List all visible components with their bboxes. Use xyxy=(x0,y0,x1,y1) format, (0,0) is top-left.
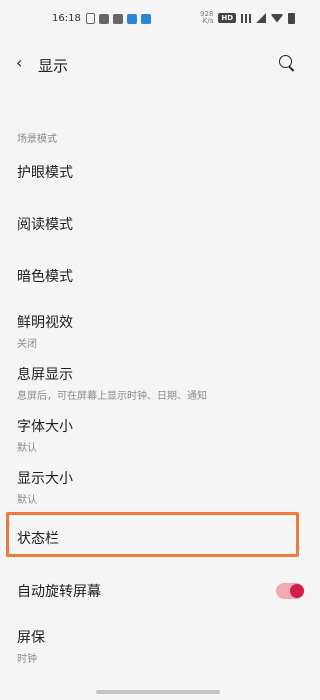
search-icon[interactable] xyxy=(279,55,292,68)
item-label: 显示大小 xyxy=(17,471,73,487)
item-subtitle: 默认 xyxy=(17,495,37,506)
item-label: 阅读模式 xyxy=(17,217,73,233)
eye-comfort-item[interactable]: 护眼模式 xyxy=(17,162,73,182)
item-label: 字体大小 xyxy=(17,419,73,435)
mail-icon xyxy=(113,13,123,24)
signal-icon xyxy=(256,13,267,23)
section-label: 场景模式 xyxy=(17,134,57,145)
status-bar: 16:18 928 K/s HD xyxy=(0,0,315,38)
app-header: ‹ 显示 xyxy=(0,44,315,84)
toggle-knob xyxy=(290,584,304,598)
network-speed-unit: K/s xyxy=(202,17,214,25)
notification-icons xyxy=(86,13,151,24)
hd-badge: HD xyxy=(218,13,237,23)
app-notification-icon xyxy=(127,13,137,24)
wifi-icon xyxy=(271,13,284,23)
back-arrow-icon[interactable]: ‹ xyxy=(16,53,22,72)
battery-saver-icon xyxy=(86,13,95,24)
vibrate-icon xyxy=(241,13,252,23)
auto-rotate-item[interactable]: 自动旋转屏幕 xyxy=(17,581,101,601)
vivid-effect-item[interactable]: 鲜明视效 关闭 xyxy=(17,312,73,350)
item-label: 护眼模式 xyxy=(17,165,73,181)
item-label: 暗色模式 xyxy=(17,269,73,285)
network-speed: 928 K/s xyxy=(200,11,213,25)
item-subtitle: 息屏后，可在屏幕上显示时钟、日期、通知 xyxy=(17,391,207,402)
gesture-nav-bar[interactable] xyxy=(96,690,220,694)
reading-mode-item[interactable]: 阅读模式 xyxy=(17,214,73,234)
item-subtitle: 关闭 xyxy=(17,339,37,350)
item-subtitle: 时钟 xyxy=(17,654,37,665)
system-icons: 928 K/s HD xyxy=(200,11,296,25)
display-size-item[interactable]: 显示大小 默认 xyxy=(17,468,73,506)
item-label: 状态栏 xyxy=(17,531,59,547)
aod-item[interactable]: 息屏显示 息屏后，可在屏幕上显示时钟、日期、通知 xyxy=(17,364,207,402)
feishu-icon xyxy=(141,13,151,24)
item-label: 自动旋转屏幕 xyxy=(17,584,101,600)
battery-icon xyxy=(288,12,296,24)
font-size-item[interactable]: 字体大小 默认 xyxy=(17,416,73,454)
page-title: 显示 xyxy=(38,57,69,75)
status-time: 16:18 xyxy=(52,13,81,24)
dark-mode-item[interactable]: 暗色模式 xyxy=(17,266,73,286)
item-label: 屏保 xyxy=(17,630,45,646)
wechat-icon xyxy=(99,13,109,24)
status-bar-item[interactable]: 状态栏 xyxy=(17,528,59,548)
screensaver-item[interactable]: 屏保 时钟 xyxy=(17,627,45,665)
auto-rotate-toggle[interactable] xyxy=(276,583,304,599)
item-label: 息屏显示 xyxy=(17,367,73,383)
item-label: 鲜明视效 xyxy=(17,315,73,331)
item-subtitle: 默认 xyxy=(17,443,37,454)
